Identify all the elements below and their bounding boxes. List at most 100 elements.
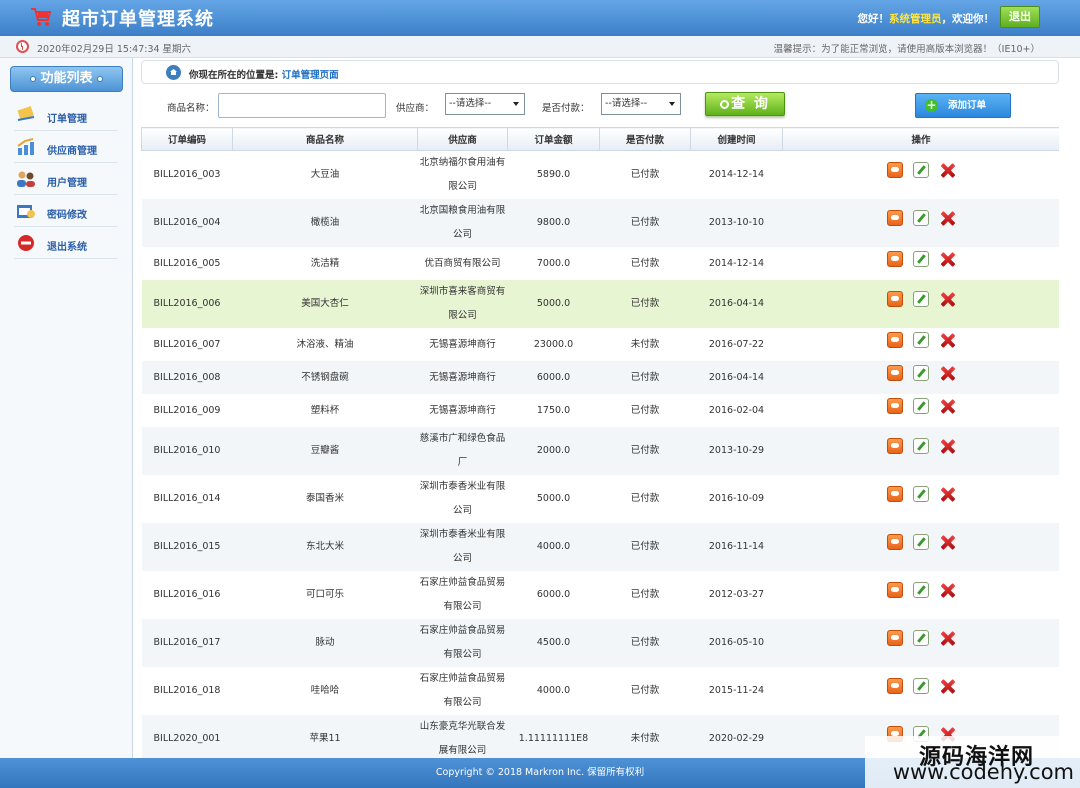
table-row[interactable]: BILL2016_010 豆瓣酱 慈溪市广和绿色食品厂 2000.0 已付款 2013-1…: [141, 427, 1059, 475]
delete-icon[interactable]: [939, 582, 955, 598]
operations-cell: [782, 427, 1059, 475]
amount-cell: 5890.0: [507, 150, 600, 199]
add-order-button[interactable]: + 添加订单: [915, 93, 1011, 118]
view-icon[interactable]: [887, 534, 903, 550]
logout-button[interactable]: 退出: [1000, 6, 1040, 28]
paid-status-cell: 已付款: [599, 150, 691, 199]
edit-icon[interactable]: [913, 162, 929, 178]
provider-icon: [17, 138, 34, 155]
sidebar-item-users[interactable]: 用户管理: [14, 163, 117, 195]
edit-icon[interactable]: [913, 438, 929, 454]
delete-icon[interactable]: [939, 678, 955, 694]
provider-cell: 深圳市泰香米业有限 公司: [417, 475, 508, 523]
product-name-cell: 苹果11: [232, 715, 418, 758]
edit-icon[interactable]: [913, 630, 929, 646]
table-row[interactable]: BILL2016_014 泰国香米 深圳市泰香米业有限 公司 5000.0 已付款 2016…: [141, 475, 1059, 523]
created-date-cell: 2016-05-10: [690, 619, 783, 667]
paid-select[interactable]: --请选择--: [601, 93, 681, 115]
view-icon[interactable]: [887, 162, 903, 178]
product-name-cell: 塑料杯: [232, 394, 418, 427]
provider-line: 有限公司: [443, 601, 482, 612]
row-actions: [887, 331, 955, 348]
operations-cell: [782, 394, 1059, 427]
view-icon[interactable]: [887, 364, 903, 381]
amount-cell: 6000.0: [507, 361, 600, 394]
row-actions: [887, 582, 955, 598]
edit-icon[interactable]: [913, 678, 929, 694]
view-icon[interactable]: [887, 678, 903, 694]
table-row[interactable]: BILL2016_005 洗洁精 优百商贸有限公司 7000.0 已付款 2014-12-…: [141, 247, 1059, 280]
greeting-prefix: 您好！: [857, 13, 890, 25]
delete-icon[interactable]: [939, 398, 955, 414]
edit-icon[interactable]: [913, 291, 929, 307]
paid-status-cell: 已付款: [599, 619, 691, 667]
plus-icon: +: [925, 98, 938, 112]
created-date-cell: 2013-10-29: [690, 427, 783, 475]
sidebar-item-label: 供应商管理: [47, 146, 97, 157]
edit-icon[interactable]: [913, 331, 929, 348]
delete-icon[interactable]: [939, 332, 955, 348]
provider-line: 限公司: [448, 181, 477, 192]
edit-icon[interactable]: [913, 397, 929, 414]
view-icon[interactable]: [887, 486, 903, 502]
sidebar-item-password[interactable]: 密码修改: [14, 195, 117, 227]
table-row[interactable]: BILL2016_006 美国大杏仁 深圳市喜来客商贸有 限公司 5000.0 已付款 20…: [141, 280, 1059, 328]
provider-cell: 深圳市喜来客商贸有 限公司: [417, 280, 508, 328]
provider-label: 供应商：: [396, 103, 435, 114]
provider-cell: 无锡喜源坤商行: [417, 361, 508, 394]
view-icon[interactable]: [887, 438, 903, 454]
table-row[interactable]: BILL2016_008 不锈钢盘碗 无锡喜源坤商行 6000.0 已付款 2016-04…: [141, 361, 1059, 394]
table-row[interactable]: BILL2016_016 可口可乐 石家庄帅益食品贸易 有限公司 6000.0 已付款 20…: [141, 571, 1059, 619]
delete-icon[interactable]: [939, 486, 955, 502]
delete-icon[interactable]: [939, 210, 955, 226]
product-name-input[interactable]: [218, 93, 386, 118]
order-code-cell: BILL2016_018: [141, 667, 233, 715]
table-row[interactable]: BILL2016_018 哇哈哈 石家庄帅益食品贸易 有限公司 4000.0 已付款 201…: [141, 667, 1059, 715]
provider-line: 深圳市泰香米业有限: [419, 529, 506, 540]
delete-icon[interactable]: [939, 162, 955, 178]
delete-icon[interactable]: [939, 365, 955, 381]
row-actions: [887, 162, 955, 178]
app-header: 超市订单管理系统 您好！系统管理员，欢迎你！ 退出: [0, 0, 1080, 36]
sidebar-item-providers[interactable]: 供应商管理: [14, 131, 117, 163]
edit-icon[interactable]: [913, 210, 929, 226]
table-row[interactable]: BILL2016_017 脉动 石家庄帅益食品贸易 有限公司 4500.0 已付款 2016…: [141, 619, 1059, 667]
delete-icon[interactable]: [939, 251, 955, 267]
order-table-wrapper: 订单编码 商品名称 供应商 订单金额 是否付款 创建时间 操作 BILL2016…: [141, 127, 1059, 758]
sidebar: 功能列表 订单管理 供应商管理 用户管理 密码修改 退出系统: [0, 58, 133, 758]
paid-status-cell: 已付款: [599, 361, 691, 394]
order-code-cell: BILL2016_003: [141, 150, 233, 199]
table-row[interactable]: BILL2016_007 沐浴液、精油 无锡喜源坤商行 23000.0 未付款 2016-…: [141, 328, 1059, 361]
view-icon[interactable]: [887, 250, 903, 267]
view-icon[interactable]: [887, 210, 903, 226]
table-row[interactable]: BILL2016_015 东北大米 深圳市泰香米业有限 公司 4000.0 已付款 2016…: [141, 523, 1059, 571]
provider-cell: 石家庄帅益食品贸易 有限公司: [417, 571, 508, 619]
delete-icon[interactable]: [939, 291, 955, 307]
amount-cell: 4500.0: [507, 619, 600, 667]
delete-icon[interactable]: [939, 534, 955, 550]
edit-icon[interactable]: [913, 486, 929, 502]
sidebar-item-orders[interactable]: 订单管理: [14, 99, 117, 131]
query-button[interactable]: 查 询: [705, 92, 785, 116]
sidebar-item-label: 用户管理: [47, 178, 87, 189]
table-row[interactable]: BILL2016_003 大豆油 北京纳福尔食用油有 限公司 5890.0 已付款 2014…: [141, 150, 1059, 199]
provider-line: 慈溪市广和绿色食品: [419, 433, 506, 444]
edit-icon[interactable]: [913, 534, 929, 550]
table-row[interactable]: BILL2016_009 塑料杯 无锡喜源坤商行 1750.0 已付款 2016-02-0…: [141, 394, 1059, 427]
view-icon[interactable]: [887, 582, 903, 598]
delete-icon[interactable]: [939, 630, 955, 646]
edit-icon[interactable]: [913, 582, 929, 598]
view-icon[interactable]: [887, 331, 903, 348]
created-date-cell: 2016-04-14: [690, 280, 783, 328]
view-icon[interactable]: [887, 630, 903, 646]
delete-icon[interactable]: [939, 438, 955, 454]
table-row[interactable]: BILL2016_004 橄榄油 北京国粮食用油有限 公司 9800.0 已付款 2013-…: [141, 199, 1059, 247]
edit-icon[interactable]: [913, 250, 929, 267]
view-icon[interactable]: [887, 291, 903, 307]
view-icon[interactable]: [887, 397, 903, 414]
sidebar-item-exit[interactable]: 退出系统: [14, 227, 117, 259]
edit-icon[interactable]: [913, 364, 929, 381]
provider-select[interactable]: --请选择--: [445, 93, 525, 115]
amount-cell: 23000.0: [507, 328, 600, 361]
breadcrumb-current[interactable]: 订单管理页面: [282, 70, 339, 81]
